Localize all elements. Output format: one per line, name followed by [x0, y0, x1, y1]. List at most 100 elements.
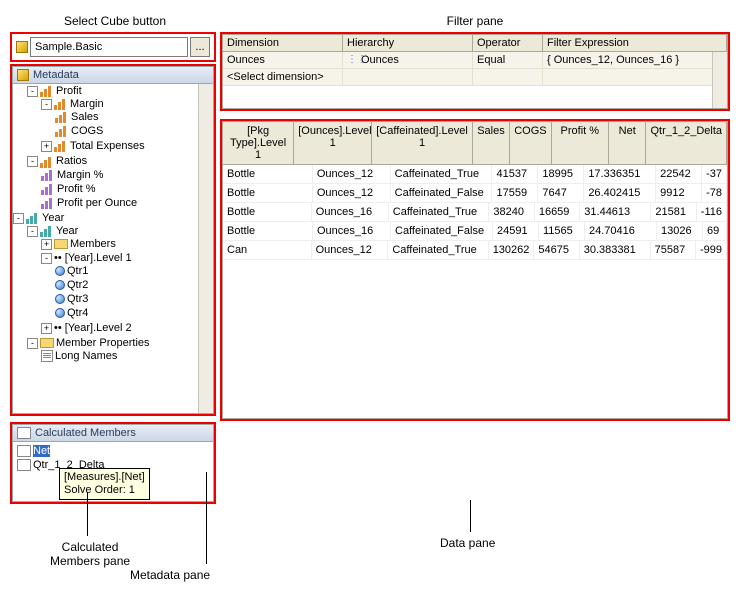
data-header[interactable]: [Pkg Type].Level 1: [223, 122, 294, 165]
data-row[interactable]: BottleOunces_16Caffeinated_True382401665…: [223, 203, 727, 222]
data-cell[interactable]: 30.383381: [580, 241, 651, 260]
data-header[interactable]: [Caffeinated].Level 1: [372, 122, 473, 165]
data-cell[interactable]: Ounces_16: [313, 222, 391, 241]
data-cell[interactable]: 17.336351: [584, 165, 656, 184]
data-cell[interactable]: -116: [697, 203, 727, 222]
data-cell[interactable]: Ounces_12: [313, 184, 391, 203]
tree-item[interactable]: Qtr1: [67, 265, 88, 277]
data-row[interactable]: BottleOunces_12Caffeinated_True415371899…: [223, 165, 727, 184]
tree-item[interactable]: Long Names: [55, 350, 117, 362]
data-cell[interactable]: Can: [223, 241, 312, 260]
calc-member-item[interactable]: Net: [15, 444, 211, 458]
data-cell[interactable]: 22542: [656, 165, 702, 184]
data-cell[interactable]: 16659: [535, 203, 580, 222]
data-cell[interactable]: Bottle: [223, 184, 313, 203]
tree-item[interactable]: Profit %: [57, 183, 96, 195]
tree-item[interactable]: Profit per Ounce: [57, 197, 137, 209]
filter-header[interactable]: Filter Expression: [543, 35, 727, 52]
data-cell[interactable]: 75587: [651, 241, 696, 260]
filter-cell[interactable]: [543, 69, 727, 86]
data-header[interactable]: COGS: [510, 122, 551, 165]
data-cell[interactable]: Ounces_12: [313, 165, 391, 184]
tree-item[interactable]: Margin %: [57, 169, 103, 181]
tree-item[interactable]: Total Expenses: [70, 140, 145, 152]
filter-placeholder[interactable]: <Select dimension>: [223, 69, 343, 86]
filter-row-new[interactable]: <Select dimension>: [223, 69, 727, 86]
tree-item[interactable]: [Year].Level 2: [65, 322, 132, 334]
data-header[interactable]: Net: [609, 122, 646, 165]
data-cell[interactable]: 9912: [656, 184, 702, 203]
data-header[interactable]: [Ounces].Level 1: [294, 122, 372, 165]
expander-icon[interactable]: -: [27, 86, 38, 97]
data-cell[interactable]: Ounces_16: [312, 203, 389, 222]
data-cell[interactable]: -999: [696, 241, 727, 260]
data-row[interactable]: BottleOunces_12Caffeinated_False17559764…: [223, 184, 727, 203]
data-cell[interactable]: Caffeinated_True: [388, 241, 488, 260]
filter-row[interactable]: Ounces ⋮⋮Ounces Equal { Ounces_12, Ounce…: [223, 52, 727, 69]
expander-icon[interactable]: -: [13, 213, 24, 224]
data-row[interactable]: CanOunces_12Caffeinated_True130262546753…: [223, 241, 727, 260]
tree-item[interactable]: Ratios: [56, 155, 87, 167]
expander-icon[interactable]: -: [27, 226, 38, 237]
data-cell[interactable]: 69: [703, 222, 727, 241]
data-cell[interactable]: Caffeinated_False: [391, 184, 493, 203]
data-cell[interactable]: 31.44613: [580, 203, 651, 222]
tree-item[interactable]: Member Properties: [56, 337, 150, 349]
data-cell[interactable]: 21581: [651, 203, 696, 222]
scrollbar[interactable]: [198, 84, 213, 413]
data-cell[interactable]: 24591: [493, 222, 539, 241]
expander-icon[interactable]: +: [41, 141, 52, 152]
data-cell[interactable]: 11565: [539, 222, 585, 241]
data-cell[interactable]: Caffeinated_True: [391, 165, 493, 184]
filter-header[interactable]: Hierarchy: [343, 35, 473, 52]
data-cell[interactable]: 7647: [538, 184, 584, 203]
tree-item[interactable]: Qtr3: [67, 293, 88, 305]
cube-name-field[interactable]: Sample.Basic: [30, 37, 188, 57]
filter-header[interactable]: Operator: [473, 35, 543, 52]
data-cell[interactable]: Caffeinated_True: [389, 203, 490, 222]
data-body[interactable]: BottleOunces_12Caffeinated_True415371899…: [223, 165, 727, 260]
tree-item[interactable]: Margin: [70, 98, 104, 110]
filter-cell[interactable]: Equal: [473, 52, 543, 69]
expander-icon[interactable]: -: [27, 156, 38, 167]
tree-item[interactable]: Members: [70, 238, 116, 250]
data-cell[interactable]: Ounces_12: [312, 241, 389, 260]
tree-item[interactable]: [Year].Level 1: [65, 252, 132, 264]
expander-icon[interactable]: -: [41, 253, 52, 264]
expander-icon[interactable]: -: [41, 99, 52, 110]
data-header[interactable]: Profit %: [552, 122, 609, 165]
data-row[interactable]: BottleOunces_16Caffeinated_False24591115…: [223, 222, 727, 241]
tree-item[interactable]: Qtr4: [67, 307, 88, 319]
data-cell[interactable]: 26.402415: [584, 184, 656, 203]
data-cell[interactable]: -37: [702, 165, 727, 184]
scrollbar[interactable]: [712, 52, 727, 108]
data-cell[interactable]: 54675: [534, 241, 579, 260]
data-cell[interactable]: 24.70416: [585, 222, 657, 241]
tree-item[interactable]: Profit: [56, 85, 82, 97]
data-cell[interactable]: 13026: [657, 222, 703, 241]
filter-cell[interactable]: [343, 69, 473, 86]
data-cell[interactable]: Bottle: [223, 222, 313, 241]
data-cell[interactable]: 17559: [492, 184, 538, 203]
data-cell[interactable]: 41537: [492, 165, 538, 184]
data-header[interactable]: Sales: [473, 122, 510, 165]
metadata-tree[interactable]: -Profit -Margin Sales COGS +Total Expens…: [12, 84, 214, 414]
select-cube-button[interactable]: ...: [190, 37, 210, 57]
data-cell[interactable]: 38240: [489, 203, 534, 222]
expander-icon[interactable]: -: [27, 338, 38, 349]
filter-cell[interactable]: { Ounces_12, Ounces_16 }: [543, 52, 727, 69]
tree-item[interactable]: Sales: [71, 111, 99, 123]
filter-cell[interactable]: ⋮⋮Ounces: [343, 52, 473, 69]
expander-icon[interactable]: +: [41, 239, 52, 250]
tree-item[interactable]: Qtr2: [67, 279, 88, 291]
expander-icon[interactable]: +: [41, 323, 52, 334]
tree-item[interactable]: Year: [42, 212, 64, 224]
filter-cell[interactable]: [473, 69, 543, 86]
data-cell[interactable]: Caffeinated_False: [391, 222, 493, 241]
data-cell[interactable]: 130262: [489, 241, 535, 260]
data-cell[interactable]: Bottle: [223, 165, 313, 184]
tree-item[interactable]: COGS: [71, 125, 103, 137]
filter-header[interactable]: Dimension: [223, 35, 343, 52]
tree-item[interactable]: Year: [56, 225, 78, 237]
data-cell[interactable]: -78: [702, 184, 727, 203]
